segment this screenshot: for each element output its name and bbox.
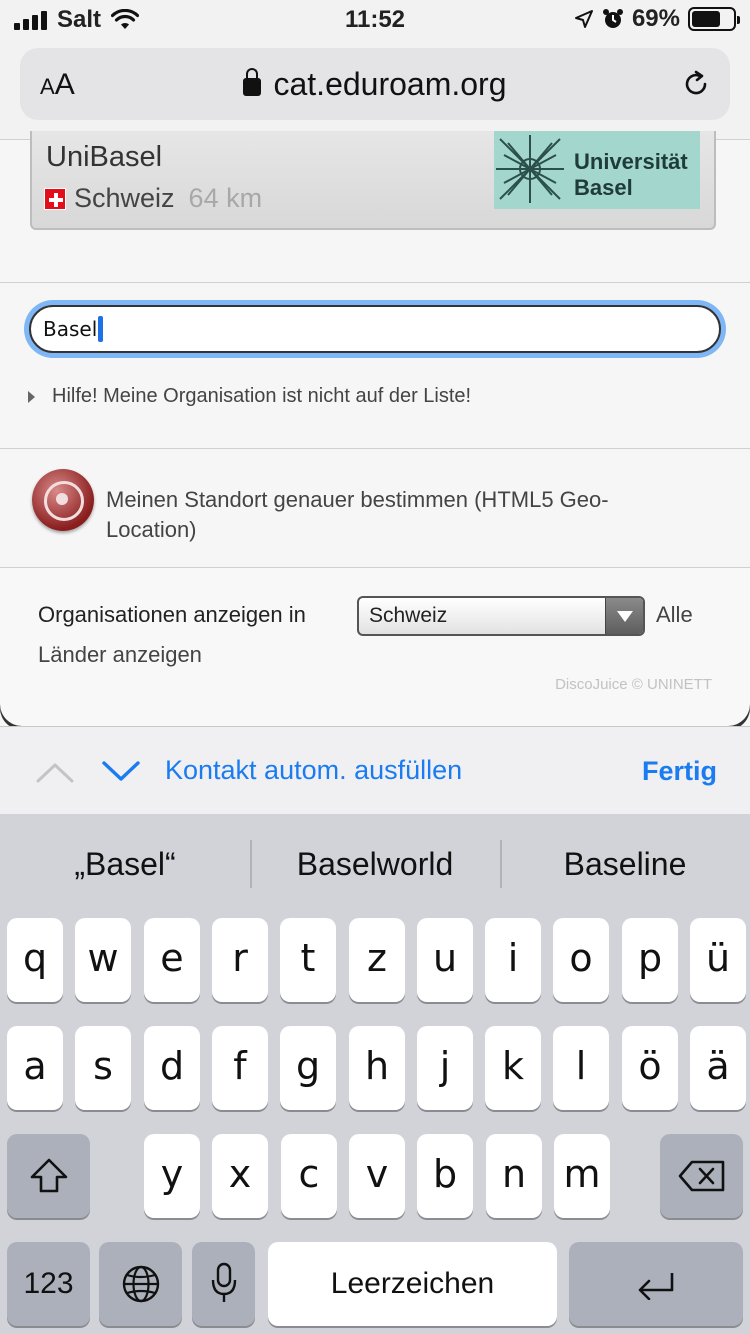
shift-icon [30,1158,67,1193]
status-right: 69% [574,5,740,33]
org-country: Schweiz [74,183,175,213]
backspace-key[interactable] [660,1134,743,1218]
key-z[interactable]: z [349,918,405,1002]
url-display[interactable]: cat.eduroam.org [20,66,730,103]
keyboard: „Basel“ Baselworld Baseline qwertzuiopü a… [0,814,750,1334]
geolocation-text: Meinen Standort genauer bestimmen (HTML5… [106,487,609,542]
key-ü[interactable]: ü [690,918,746,1002]
all-countries-link-part2[interactable]: Länder anzeigen [38,642,202,668]
key-e[interactable]: e [144,918,200,1002]
help-link[interactable]: Hilfe! Meine Organisation ist nicht auf … [28,385,471,408]
key-n[interactable]: n [486,1134,542,1218]
status-bar: Salt 11:52 69% [0,0,750,40]
space-key[interactable]: Leerzeichen [268,1242,557,1326]
key-i[interactable]: i [485,918,541,1002]
target-icon [32,469,94,531]
text-cursor [98,316,104,342]
key-h[interactable]: h [349,1026,405,1110]
key-b[interactable]: b [417,1134,473,1218]
return-icon [638,1273,674,1301]
shift-key[interactable] [7,1134,90,1218]
address-bar[interactable]: AA cat.eduroam.org [20,48,730,120]
chevron-down-icon [605,598,643,634]
all-countries-link-part1[interactable]: Alle [656,602,693,628]
battery-percent: 69% [631,5,680,32]
key-j[interactable]: j [417,1026,473,1110]
key-o[interactable]: o [553,918,609,1002]
key-w[interactable]: w [75,918,131,1002]
credits-text: DiscoJuice © UNINETT [555,676,712,693]
key-k[interactable]: k [485,1026,541,1110]
alarm-icon [602,9,623,28]
page-content: UniBasel Schweiz 64 km Universität Basel… [0,131,750,726]
org-name: UniBasel [46,141,163,173]
keyboard-accessory-bar: Kontakt autom. ausfüllen Fertig [0,726,750,814]
browser-toolbar: AA cat.eduroam.org [0,40,750,140]
key-x[interactable]: x [212,1134,268,1218]
search-field-focus-ring: Basel [24,300,726,358]
key-q[interactable]: q [7,918,63,1002]
globe-key[interactable] [99,1242,182,1326]
key-v[interactable]: v [349,1134,405,1218]
lock-icon [243,68,262,96]
url-text: cat.eduroam.org [273,66,507,102]
done-button[interactable]: Fertig [642,756,717,787]
org-distance: 64 km [188,183,263,213]
key-t[interactable]: t [280,918,336,1002]
key-y[interactable]: y [144,1134,200,1218]
autofill-contact-button[interactable]: Kontakt autom. ausfüllen [165,755,462,786]
logo-text: Universität Basel [574,149,688,201]
suggestion-item[interactable]: „Basel“ [0,814,250,914]
space-key-label: Leerzeichen [330,1267,495,1300]
disclosure-triangle-icon [28,390,35,403]
chevron-down-icon[interactable] [102,761,140,783]
key-g[interactable]: g [280,1026,336,1110]
chevron-up-icon[interactable] [36,761,74,783]
key-ö[interactable]: ö [622,1026,678,1110]
key-ä[interactable]: ä [690,1026,746,1110]
key-m[interactable]: m [554,1134,610,1218]
numbers-key[interactable]: 123 [7,1242,90,1326]
geolocation-button[interactable]: Meinen Standort genauer bestimmen (HTML5… [0,449,750,567]
basel-logo-icon [496,135,564,203]
logo-text-line1: Universität [574,149,688,174]
swiss-flag-icon [44,187,66,210]
country-filter: Organisationen anzeigen in Schweiz Alle … [0,568,750,726]
key-s[interactable]: s [75,1026,131,1110]
search-input[interactable]: Basel [29,305,721,353]
help-link-text: Hilfe! Meine Organisation ist nicht auf … [52,385,472,407]
dictation-key[interactable] [192,1242,255,1326]
key-d[interactable]: d [144,1026,200,1110]
country-select-value: Schweiz [369,604,448,627]
key-r[interactable]: r [212,918,268,1002]
globe-icon [122,1265,159,1303]
key-a[interactable]: a [7,1026,63,1110]
search-value: Basel [43,317,98,341]
suggestion-bar: „Basel“ Baselworld Baseline [0,814,750,914]
org-logo: Universität Basel [494,131,700,209]
results-area: UniBasel Schweiz 64 km Universität Basel [0,131,750,283]
org-location: Schweiz 64 km [44,183,262,214]
org-result-card[interactable]: UniBasel Schweiz 64 km Universität Basel [30,131,716,230]
key-f[interactable]: f [212,1026,268,1110]
key-l[interactable]: l [553,1026,609,1110]
key-u[interactable]: u [417,918,473,1002]
microphone-icon [211,1262,236,1302]
return-key[interactable] [569,1242,743,1326]
backspace-icon [678,1160,724,1192]
filter-label: Organisationen anzeigen in [38,602,306,627]
logo-text-line2: Basel [574,175,633,200]
suggestion-item[interactable]: Baselworld [250,814,500,914]
key-c[interactable]: c [281,1134,337,1218]
location-arrow-icon [574,10,593,28]
reload-icon[interactable] [680,68,712,100]
suggestion-item[interactable]: Baseline [500,814,750,914]
country-select[interactable]: Schweiz [357,596,645,636]
numbers-key-label: 123 [23,1267,74,1300]
battery-icon [688,7,740,31]
key-p[interactable]: p [622,918,678,1002]
